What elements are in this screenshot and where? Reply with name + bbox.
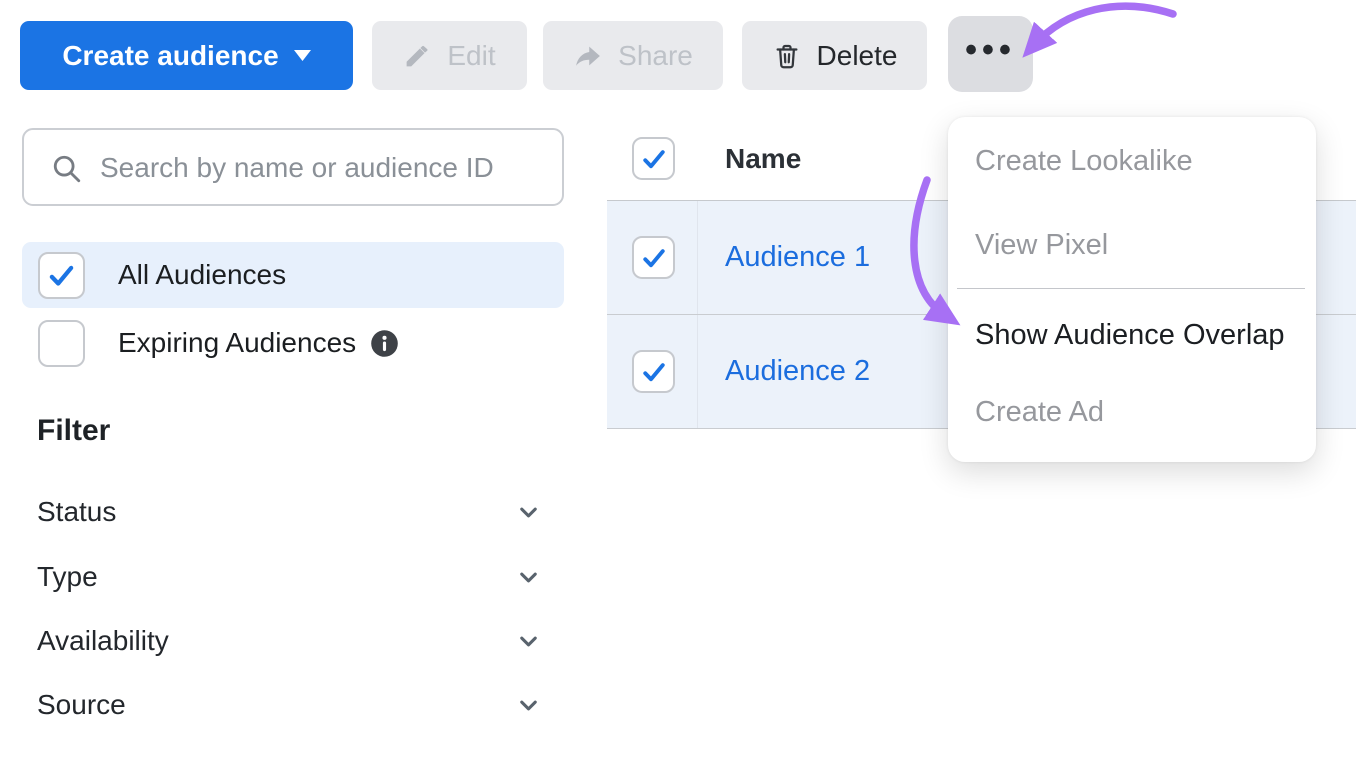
- search-icon: [50, 152, 84, 186]
- filter-section-type[interactable]: Type: [22, 555, 564, 599]
- column-separator: [697, 201, 698, 314]
- chevron-down-icon: [515, 628, 542, 655]
- row-checkbox[interactable]: [632, 236, 675, 279]
- audiences-page: Create audience Edit Share Delete: [0, 0, 1356, 758]
- share-arrow-icon: [573, 41, 603, 71]
- filter-section-label: Source: [37, 689, 126, 721]
- select-all-checkbox[interactable]: [632, 137, 675, 180]
- filter-section-source[interactable]: Source: [22, 683, 564, 727]
- row-checkbox[interactable]: [632, 350, 675, 393]
- menu-item-create-lookalike[interactable]: Create Lookalike: [948, 133, 1316, 189]
- chevron-down-icon: [515, 564, 542, 591]
- checkmark-icon: [639, 144, 669, 174]
- expiring-audiences-filter[interactable]: Expiring Audiences: [22, 316, 564, 370]
- expiring-audiences-checkbox[interactable]: [38, 320, 85, 367]
- search-box: [22, 128, 564, 206]
- filter-section-label: Availability: [37, 625, 169, 657]
- delete-button[interactable]: Delete: [742, 21, 927, 90]
- column-separator: [697, 315, 698, 428]
- audience-name-link[interactable]: Audience 2: [725, 355, 870, 388]
- info-icon[interactable]: [370, 329, 399, 358]
- expiring-audiences-label-wrap: Expiring Audiences: [118, 327, 399, 359]
- all-audiences-filter[interactable]: All Audiences: [22, 242, 564, 308]
- pencil-icon: [403, 41, 432, 70]
- expiring-audiences-label: Expiring Audiences: [118, 327, 356, 359]
- more-actions-menu: Create Lookalike View Pixel Show Audienc…: [948, 117, 1316, 462]
- share-button[interactable]: Share: [543, 21, 723, 90]
- all-audiences-label: All Audiences: [118, 259, 286, 291]
- trash-icon: [772, 41, 802, 71]
- menu-item-show-audience-overlap[interactable]: Show Audience Overlap: [948, 307, 1316, 363]
- share-label: Share: [618, 40, 693, 72]
- create-audience-button[interactable]: Create audience: [20, 21, 353, 90]
- edit-label: Edit: [447, 40, 495, 72]
- menu-divider: [957, 288, 1305, 289]
- checkmark-icon: [639, 243, 669, 273]
- chevron-down-icon: [515, 692, 542, 719]
- filter-section-status[interactable]: Status: [22, 490, 564, 534]
- delete-label: Delete: [817, 40, 898, 72]
- filter-heading: Filter: [37, 414, 110, 448]
- filter-section-label: Status: [37, 496, 116, 528]
- more-button[interactable]: •••: [948, 16, 1033, 92]
- all-audiences-checkbox[interactable]: [38, 252, 85, 299]
- menu-item-view-pixel[interactable]: View Pixel: [948, 217, 1316, 273]
- ellipsis-icon: •••: [965, 31, 1016, 70]
- filter-section-label: Type: [37, 561, 98, 593]
- edit-button[interactable]: Edit: [372, 21, 527, 90]
- chevron-down-icon: [515, 499, 542, 526]
- audience-name-link[interactable]: Audience 1: [725, 241, 870, 274]
- create-audience-label: Create audience: [62, 40, 278, 72]
- name-column-header: Name: [725, 143, 801, 175]
- arrow-to-more-button: [1034, 6, 1173, 45]
- checkmark-icon: [639, 357, 669, 387]
- menu-item-create-ad[interactable]: Create Ad: [948, 384, 1316, 440]
- checkmark-icon: [45, 259, 78, 292]
- caret-down-icon: [294, 50, 311, 61]
- filter-section-availability[interactable]: Availability: [22, 619, 564, 663]
- search-input[interactable]: [98, 132, 542, 204]
